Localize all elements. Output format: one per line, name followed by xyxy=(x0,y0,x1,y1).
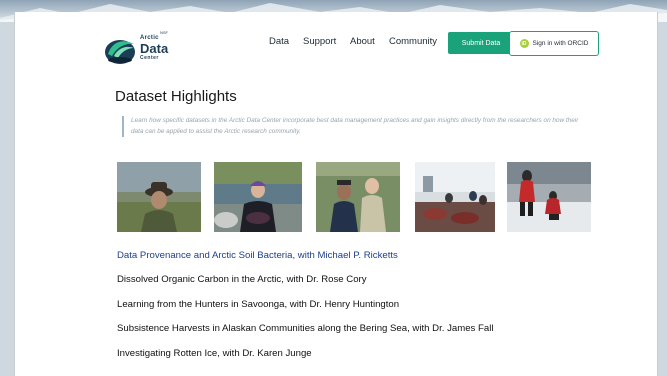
page-title: Dataset Highlights xyxy=(115,88,237,105)
highlight-link-cory[interactable]: Dissolved Organic Carbon in the Arctic, … xyxy=(117,274,367,285)
intro-blockquote: Learn how specific datasets in the Arcti… xyxy=(122,116,592,137)
photo-rose-cory[interactable] xyxy=(214,162,302,232)
highlight-link-junge[interactable]: Investigating Rotten Ice, with Dr. Karen… xyxy=(117,348,312,359)
nav-link-about[interactable]: About xyxy=(350,36,375,47)
orcid-icon: iD xyxy=(519,39,529,48)
aurora-logo-icon xyxy=(105,40,135,64)
logo-word-center: Center xyxy=(140,55,159,61)
highlight-link-ricketts[interactable]: Data Provenance and Arctic Soil Bacteria… xyxy=(117,250,398,261)
photo-karen-junge[interactable] xyxy=(507,162,591,232)
arctic-data-center-logo[interactable]: NSF Arctic Data Center xyxy=(104,30,184,76)
sign-in-orcid-button[interactable]: iD Sign in with ORCID xyxy=(509,31,599,56)
nav-link-data[interactable]: Data xyxy=(269,36,289,47)
photo-michael-ricketts[interactable] xyxy=(117,162,201,232)
highlight-link-huntington[interactable]: Learning from the Hunters in Savoonga, w… xyxy=(117,299,399,310)
highlight-link-fall[interactable]: Subsistence Harvests in Alaskan Communit… xyxy=(117,323,493,334)
photo-james-fall[interactable] xyxy=(415,162,495,232)
page-container: NSF Arctic Data Center Data Support Abou… xyxy=(14,12,658,376)
sign-in-orcid-label: Sign in with ORCID xyxy=(532,40,589,47)
submit-data-button[interactable]: Submit Data xyxy=(448,32,514,54)
photo-henry-huntington[interactable] xyxy=(316,162,400,232)
nav-link-support[interactable]: Support xyxy=(303,36,336,47)
logo-word-data: Data xyxy=(140,41,169,56)
nav-link-community[interactable]: Community xyxy=(389,36,437,47)
